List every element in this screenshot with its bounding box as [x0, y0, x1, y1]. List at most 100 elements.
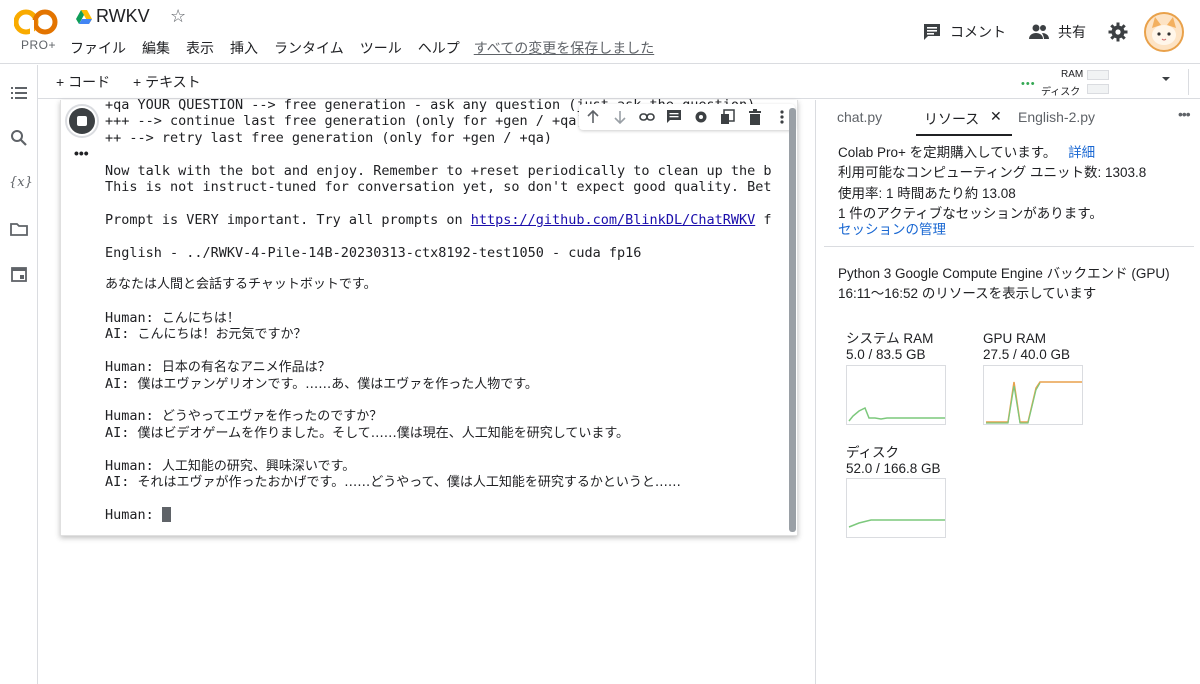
system-ram-graph	[846, 365, 946, 425]
cell-settings-icon[interactable]	[692, 108, 710, 126]
menu-runtime[interactable]: ランタイム	[274, 38, 344, 58]
star-icon[interactable]: ☆	[170, 6, 186, 27]
resources-panel: chat.py リソース ✕ English-2.py ••• Colab Pr…	[815, 100, 1200, 684]
tab-resources[interactable]: リソース	[924, 109, 979, 129]
resource-indicator[interactable]: ••• RAM ディスク	[1021, 68, 1141, 98]
table-of-contents-icon[interactable]	[9, 83, 29, 103]
move-up-icon[interactable]	[584, 108, 602, 126]
colab-co-icon	[14, 9, 58, 35]
output-line: Human: 人工知能の研究、興味深いです。	[105, 458, 795, 474]
tab-chat-py[interactable]: chat.py	[837, 109, 882, 125]
chatrwkv-link[interactable]: https://github.com/BlinkDL/ChatRWKV	[471, 212, 755, 228]
panel-tabs: chat.py リソース ✕ English-2.py •••	[816, 100, 1200, 136]
cell-toolbar	[579, 104, 795, 130]
add-text-button[interactable]: + テキスト	[133, 72, 201, 92]
disk-title: ディスク	[846, 445, 900, 460]
google-drive-icon[interactable]	[76, 10, 92, 24]
comment-cell-icon[interactable]	[665, 108, 683, 126]
output-text: こんにちは！	[161, 311, 240, 327]
more-vert-icon[interactable]	[773, 108, 791, 126]
header-actions: コメント 共有	[922, 10, 1184, 54]
output-line: English - ../RWKV-4-Pile-14B-20230313-ct…	[105, 244, 642, 261]
output-text: それはエヴァが作ったおかげです。……どうやって、僕は人工知能を研究するかというと…	[137, 474, 681, 490]
tab-english-2-py[interactable]: English-2.py	[1018, 109, 1095, 125]
speaker-prefix: AI:	[105, 424, 138, 441]
link-icon[interactable]	[638, 108, 656, 126]
active-tab-indicator	[916, 134, 1012, 136]
notebook-title[interactable]: RWKV	[96, 6, 150, 27]
colab-logo[interactable]: PRO+	[14, 8, 58, 54]
menu-file[interactable]: ファイル	[70, 38, 126, 58]
move-down-icon[interactable]	[611, 108, 629, 126]
output-line: This is not instruct-tuned for conversat…	[105, 178, 772, 195]
user-avatar[interactable]	[1144, 12, 1184, 52]
toolbar-divider	[1188, 69, 1189, 95]
ram-usage-bar	[1087, 70, 1109, 80]
output-text: 僕はエヴァンゲリオンです。……あ、僕はエヴァを作った人物です。	[137, 376, 538, 392]
notebook-area: ••• +qa YOUR QUESTION --> free generatio…	[39, 97, 815, 684]
menu-insert[interactable]: 挿入	[230, 38, 258, 58]
close-icon[interactable]: ✕	[990, 108, 1002, 125]
speaker-prefix: AI:	[105, 326, 138, 343]
calendar-icon[interactable]	[9, 264, 29, 284]
add-code-button[interactable]: + コード	[56, 72, 110, 92]
pro-subscription-line: Colab Pro+ を定期購入しています。 詳細	[838, 143, 1095, 163]
menu-bar: ファイル 編集 表示 挿入 ランタイム ツール ヘルプ すべての変更を保存しまし…	[70, 38, 670, 58]
output-menu-icon[interactable]: •••	[74, 145, 89, 161]
folder-icon[interactable]	[9, 219, 29, 239]
output-line: Human: 日本の有名なアニメ作品は？	[105, 359, 795, 375]
header: PRO+ RWKV ☆ ファイル 編集 表示 挿入 ランタイム ツール ヘルプ …	[0, 0, 1200, 64]
colab-app: PRO+ RWKV ☆ ファイル 編集 表示 挿入 ランタイム ツール ヘルプ …	[0, 0, 1200, 684]
variables-icon[interactable]: {x}	[9, 175, 33, 195]
stop-execution-button[interactable]	[69, 108, 95, 134]
caret-down-icon[interactable]	[1160, 73, 1172, 85]
output-scrollbar[interactable]	[789, 108, 796, 532]
speaker-prefix: AI:	[105, 473, 138, 490]
speaker-prefix: Human:	[105, 408, 162, 425]
details-link[interactable]: 詳細	[1068, 145, 1095, 160]
comment-button[interactable]: コメント	[922, 22, 1006, 42]
output-line: あなたは人間と会話するチャットボットです。	[105, 277, 377, 293]
comment-label: コメント	[950, 24, 1006, 40]
delete-icon[interactable]	[746, 108, 764, 126]
menu-view[interactable]: 表示	[186, 38, 214, 58]
save-status-link[interactable]: すべての変更を保存しました	[474, 38, 654, 58]
menu-help[interactable]: ヘルプ	[418, 38, 460, 58]
system-ram-line	[848, 406, 945, 422]
speaker-prefix: Human:	[105, 310, 162, 327]
output-text: どうやってエヴァを作ったのですか？	[161, 409, 383, 425]
mirror-cell-icon[interactable]	[719, 108, 737, 126]
menu-edit[interactable]: 編集	[142, 38, 170, 58]
compute-units-text: 利用可能なコンピューティング ユニット数: 1303.8	[838, 165, 1147, 180]
output-text: 僕はビデオゲームを作りました。そして……僕は現在、人工知能を研究しています。	[137, 425, 630, 441]
share-button[interactable]: 共有	[1028, 22, 1086, 42]
disk-graph	[846, 478, 946, 538]
output-line: AI: 僕はビデオゲームを作りました。そして……僕は現在、人工知能を研究していま…	[105, 425, 795, 441]
search-icon[interactable]	[9, 128, 29, 148]
code-cell[interactable]: ••• +qa YOUR QUESTION --> free generatio…	[60, 97, 798, 536]
more-horiz-icon[interactable]: •••	[1178, 106, 1191, 122]
settings-gear-icon[interactable]	[1108, 22, 1128, 42]
notebook-toolbar: + コード + テキスト ••• RAM ディスク	[38, 65, 1200, 99]
usage-rate-text: 使用率: 1 時間あたり約 13.08	[838, 186, 1016, 201]
manage-sessions-link[interactable]: セッションの管理	[838, 220, 946, 240]
input-cursor[interactable]	[161, 506, 171, 522]
output-line: AI: 僕はエヴァンゲリオンです。……あ、僕はエヴァを作った人物です。	[105, 376, 795, 392]
disk-value: 52.0 / 166.8 GB	[846, 461, 941, 476]
system-ram-title: システム RAM	[846, 331, 934, 346]
people-icon	[1029, 24, 1049, 39]
cell-output: +qa YOUR QUESTION --> free generation - …	[105, 97, 795, 533]
menu-tools[interactable]: ツール	[360, 38, 402, 58]
output-line: AI: こんにちは！お元気ですか？	[105, 326, 795, 342]
comment-icon	[924, 24, 940, 40]
backend-text: Python 3 Google Compute Engine バックエンド (G…	[838, 266, 1170, 281]
disk-usage-bar	[1087, 84, 1109, 94]
system-ram-value: 5.0 / 83.5 GB	[846, 347, 926, 362]
